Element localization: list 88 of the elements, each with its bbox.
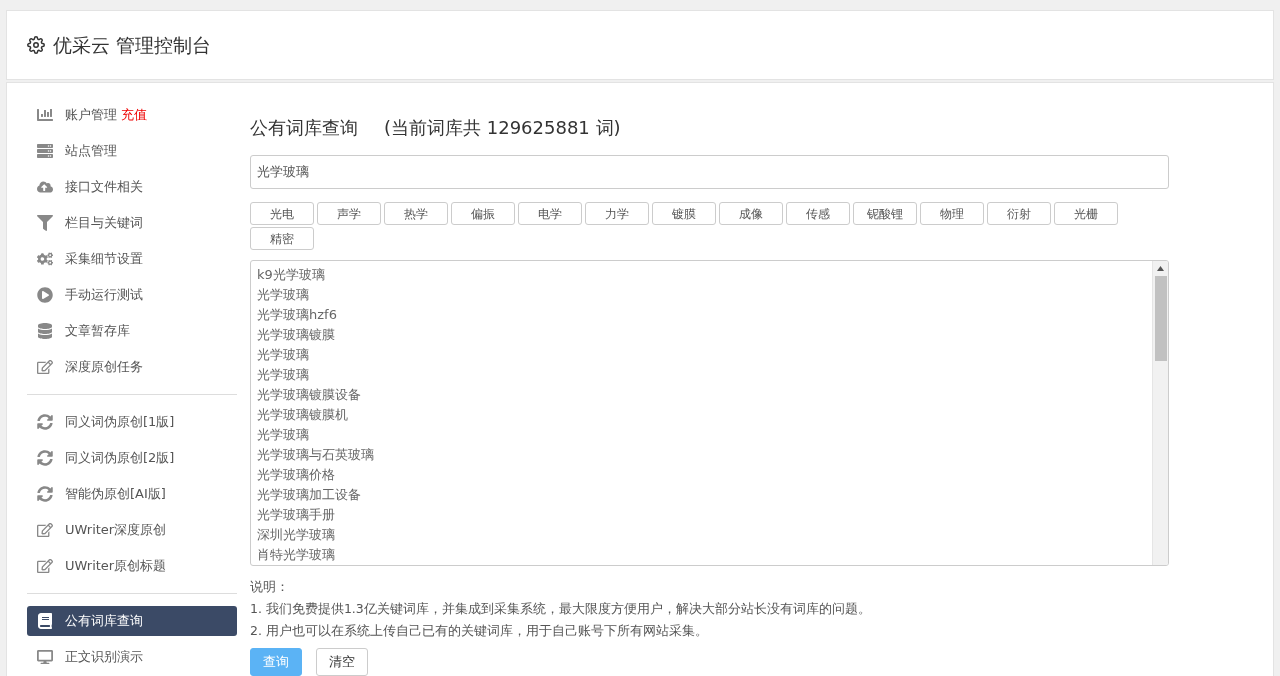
clear-button[interactable]: 清空	[316, 648, 368, 676]
refresh-icon	[37, 450, 53, 466]
keyword-tag[interactable]: 镀膜	[652, 202, 716, 225]
database-icon	[37, 323, 53, 339]
result-item[interactable]: 光学玻璃	[257, 425, 1152, 445]
result-item[interactable]: 光学玻璃与石英玻璃	[257, 445, 1152, 465]
sidebar-label: 同义词伪原创[1版]	[65, 413, 175, 432]
sidebar-label: 深度原创任务	[65, 358, 143, 377]
notes-title: 说明：	[250, 578, 290, 596]
keyword-tag[interactable]: 精密	[250, 227, 314, 250]
sidebar-item[interactable]: 深度原创任务	[27, 352, 237, 382]
page-title: 公有词库查询	[250, 116, 358, 140]
sidebar-item[interactable]: 同义词伪原创[2版]	[27, 443, 237, 473]
sidebar-label: UWriter原创标题	[65, 557, 167, 576]
sidebar-label: 采集细节设置	[65, 250, 143, 269]
result-item[interactable]: k9光学玻璃	[257, 265, 1152, 285]
keyword-tag[interactable]: 电学	[518, 202, 582, 225]
bar-chart-icon	[37, 107, 53, 123]
result-item[interactable]: 光学玻璃加工设备	[257, 485, 1152, 505]
keyword-tag[interactable]: 力学	[585, 202, 649, 225]
result-item[interactable]: 光学玻璃	[257, 345, 1152, 365]
result-item[interactable]: 光学玻璃手册	[257, 505, 1152, 525]
sidebar-item[interactable]: UWriter深度原创	[27, 515, 237, 545]
sidebar-label: 公有词库查询	[65, 612, 143, 631]
result-item[interactable]: 光学玻璃	[257, 365, 1152, 385]
sidebar-item[interactable]: 手动运行测试	[27, 280, 237, 310]
note-text: 1. 我们免费提供1.3亿关键词库，并集成到采集系统，最大限度方便用户，解决大部分站长没有词库的问题。	[250, 600, 872, 618]
sidebar-label: 智能伪原创[AI版]	[65, 485, 166, 504]
result-item[interactable]: 光学玻璃hzf6	[257, 305, 1152, 325]
result-item[interactable]: 光学玻璃镀膜设备	[257, 385, 1152, 405]
monitor-icon	[37, 649, 53, 665]
sidebar-label: 站点管理	[65, 142, 117, 161]
sidebar-item[interactable]: 正文识别演示	[27, 642, 237, 672]
sidebar-label: 手动运行测试	[65, 286, 143, 305]
edit-icon	[37, 522, 53, 538]
scroll-up-arrow-icon[interactable]	[1157, 266, 1164, 271]
refresh-icon	[37, 414, 53, 430]
result-item[interactable]: 深圳光学玻璃	[257, 525, 1152, 545]
sidebar-label: 正文识别演示	[65, 648, 143, 667]
result-item[interactable]: 光学玻璃价格	[257, 465, 1152, 485]
edit-icon	[37, 558, 53, 574]
sidebar-item[interactable]: 公有词库查询	[27, 606, 237, 636]
sidebar-item[interactable]: 栏目与关键词	[27, 208, 237, 238]
console-title: 优采云 管理控制台	[53, 32, 212, 58]
keyword-tag[interactable]: 成像	[719, 202, 783, 225]
scrollbar-thumb[interactable]	[1154, 276, 1167, 361]
server-icon	[37, 143, 53, 159]
refresh-icon	[37, 486, 53, 502]
keyword-tag[interactable]: 物理	[920, 202, 984, 225]
keyword-tag[interactable]: 铌酸锂	[853, 202, 917, 225]
sidebar-item[interactable]: 接口文件相关	[27, 172, 237, 202]
sidebar-item[interactable]: 站点管理	[27, 136, 237, 166]
keyword-tag[interactable]: 偏振	[451, 202, 515, 225]
result-item[interactable]: 光学玻璃镀膜机	[257, 405, 1152, 425]
sidebar-item[interactable]: 同义词伪原创[1版]	[27, 407, 237, 437]
word-count: (当前词库共 129625881 词)	[384, 116, 621, 140]
note-text: 2. 用户也可以在系统上传自己已有的关键词库，用于自己账号下所有网站采集。	[250, 622, 709, 640]
sidebar-item[interactable]: 采集细节设置	[27, 244, 237, 274]
sidebar-label: 文章暂存库	[65, 322, 130, 341]
sidebar-item[interactable]: UWriter原创标题	[27, 551, 237, 581]
sidebar-label: 账户管理	[65, 106, 117, 125]
cloud-upload-icon	[37, 179, 53, 195]
sidebar-label: 同义词伪原创[2版]	[65, 449, 175, 468]
keyword-tag[interactable]: 光栅	[1054, 202, 1118, 225]
scrollbar[interactable]	[1152, 261, 1168, 565]
sidebar-item[interactable]: 文章暂存库	[27, 316, 237, 346]
result-item[interactable]: 肖特光学玻璃	[257, 545, 1152, 565]
gears-icon	[37, 251, 53, 267]
result-item[interactable]: 光学玻璃镀膜	[257, 325, 1152, 345]
keyword-tag[interactable]: 衍射	[987, 202, 1051, 225]
keyword-tag[interactable]: 光电	[250, 202, 314, 225]
settings-icon	[27, 36, 45, 54]
sidebar-item[interactable]: 智能伪原创[AI版]	[27, 479, 237, 509]
result-list[interactable]: k9光学玻璃 光学玻璃 光学玻璃hzf6 光学玻璃镀膜 光学玻璃 光学玻璃 光学玻璃镀膜设备 光学玻璃镀膜机 光学玻璃 光学玻璃与石英玻璃 光学玻璃价格 光学玻璃加工设备 光学玻璃手册 深圳光学玻璃 肖特光学玻璃	[250, 260, 1169, 566]
recharge-link[interactable]: 充值	[121, 105, 147, 125]
sidebar-label: 栏目与关键词	[65, 214, 143, 233]
sidebar-label: UWriter深度原创	[65, 521, 167, 540]
search-field[interactable]: 光学玻璃	[250, 155, 1169, 189]
play-icon	[37, 287, 53, 303]
edit-icon	[37, 359, 53, 375]
keyword-tag[interactable]: 传感	[786, 202, 850, 225]
sidebar-item[interactable]: 账户管理 充值	[27, 100, 237, 130]
book-icon	[37, 613, 53, 629]
keyword-tag[interactable]: 声学	[317, 202, 381, 225]
sidebar-label: 接口文件相关	[65, 178, 143, 197]
keyword-tag[interactable]: 热学	[384, 202, 448, 225]
filter-icon	[37, 215, 53, 231]
result-item[interactable]: 光学玻璃	[257, 285, 1152, 305]
